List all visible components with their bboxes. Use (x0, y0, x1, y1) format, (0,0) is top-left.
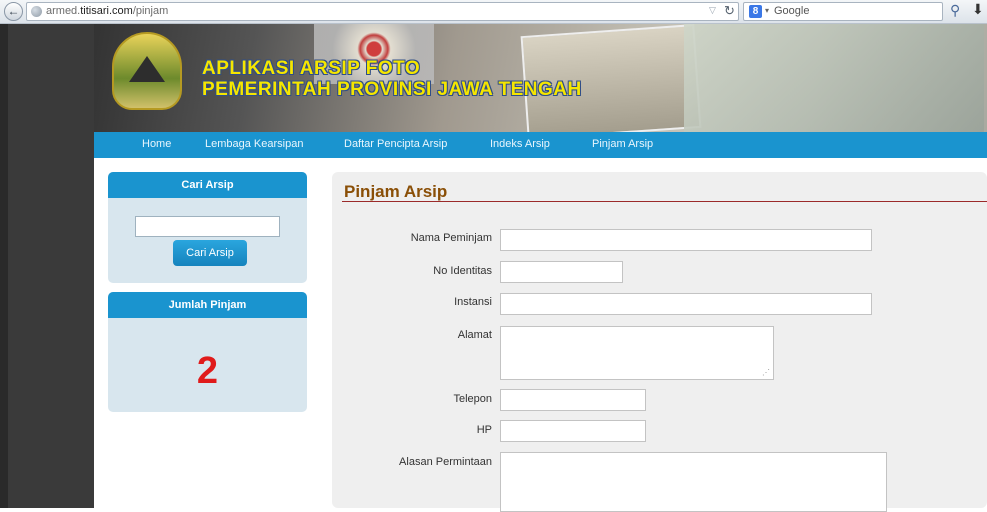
nav-item-pinjam-arsip[interactable]: Pinjam Arsip (592, 138, 653, 150)
search-icon[interactable]: ⚲ (950, 2, 960, 19)
main-panel: Pinjam Arsip Nama Peminjam No Identitas … (332, 172, 987, 512)
no-identitas-field[interactable] (500, 261, 623, 283)
label-alasan-permintaan: Alasan Permintaan (399, 456, 492, 468)
instansi-field[interactable] (500, 293, 872, 315)
site-title-line1: APLIKASI ARSIP FOTO (202, 58, 421, 79)
label-instansi: Instansi (454, 296, 492, 308)
label-nama-peminjam: Nama Peminjam (410, 232, 492, 244)
header-banner: APLIKASI ARSIP FOTO PEMERINTAH PROVINSI … (94, 24, 987, 132)
browser-search-box[interactable]: 8 ▾ Google (743, 2, 943, 21)
alasan-permintaan-textarea[interactable] (500, 452, 887, 512)
search-engine-dropdown-icon[interactable]: ▾ (765, 6, 769, 15)
url-path: /pinjam (132, 5, 169, 17)
search-input[interactable] (135, 216, 280, 237)
nama-peminjam-field[interactable] (500, 229, 872, 251)
browser-toolbar: ← armed.titisari.com/pinjam ▽ ↻ 8 ▾ Goog… (0, 0, 987, 24)
site-title-line2: PEMERINTAH PROVINSI JAWA TENGAH (202, 79, 582, 100)
borrow-count-title: Jumlah Pinjam (108, 292, 307, 318)
label-no-identitas: No Identitas (433, 265, 492, 277)
nav-item-indeks-arsip[interactable]: Indeks Arsip (490, 138, 550, 150)
globe-icon (31, 6, 42, 17)
nav-item-lembaga-kearsipan[interactable]: Lembaga Kearsipan (205, 138, 303, 150)
google-icon[interactable]: 8 (749, 5, 762, 18)
page-title: Pinjam Arsip (344, 182, 448, 201)
url-bar[interactable]: armed.titisari.com/pinjam ▽ ↻ (26, 2, 739, 21)
hp-field[interactable] (500, 420, 646, 442)
label-hp: HP (476, 424, 492, 436)
dropdown-arrow-icon[interactable]: ▽ (709, 5, 716, 16)
search-widget-title: Cari Arsip (108, 172, 307, 198)
resize-grip-icon[interactable]: ⋰ (762, 368, 770, 377)
label-telepon: Telepon (453, 393, 492, 405)
download-icon[interactable]: ⬇ (972, 1, 984, 18)
title-divider (342, 201, 987, 202)
url-text: armed.titisari.com/pinjam (46, 5, 168, 17)
back-arrow-icon[interactable]: ← (4, 2, 23, 21)
page-left-background (0, 24, 94, 508)
search-widget: Cari Arsip Cari Arsip (108, 172, 307, 283)
url-domain: titisari.com (80, 5, 133, 17)
banner-photo-map (684, 24, 984, 132)
label-alamat: Alamat (457, 329, 492, 341)
nav-item-home[interactable]: Home (142, 138, 171, 150)
telepon-field[interactable] (500, 389, 646, 411)
main-nav: Home Lembaga Kearsipan Daftar Pencipta A… (94, 132, 987, 158)
url-prefix: armed. (46, 5, 81, 17)
search-button[interactable]: Cari Arsip (173, 240, 247, 266)
page-left-edge (0, 24, 8, 508)
nav-item-daftar-pencipta-arsip[interactable]: Daftar Pencipta Arsip (344, 138, 447, 150)
search-placeholder: Google (774, 5, 810, 17)
borrow-count-value: 2 (196, 350, 219, 392)
borrow-count-widget: Jumlah Pinjam 2 (108, 292, 307, 412)
reload-icon[interactable]: ↻ (724, 3, 735, 19)
alamat-textarea[interactable]: ⋰ (500, 326, 774, 380)
province-logo[interactable] (112, 32, 182, 110)
